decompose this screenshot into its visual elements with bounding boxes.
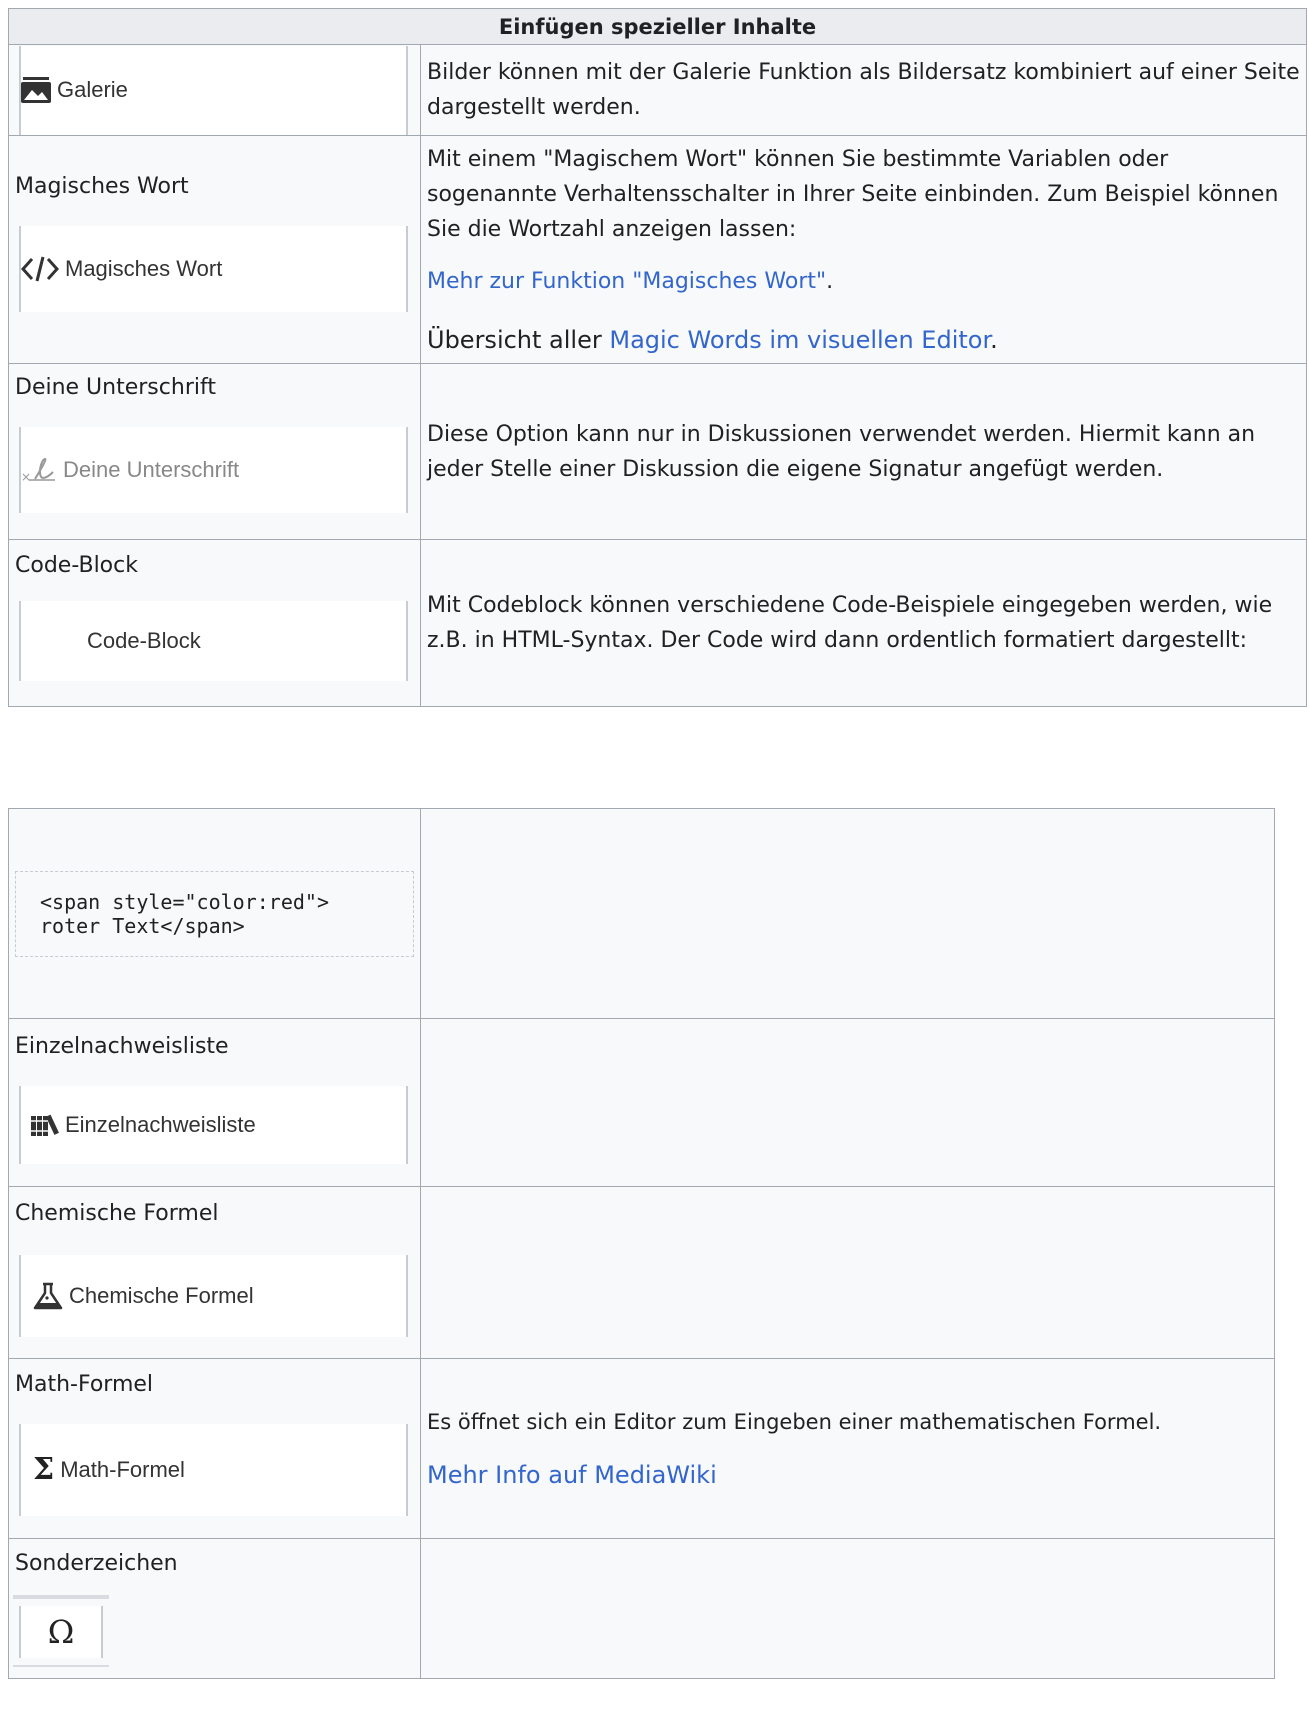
math-formula-label: Math-Formel [15, 1371, 154, 1397]
mediawiki-info-link[interactable]: Mehr Info auf MediaWiki [427, 1461, 717, 1489]
math-formula-button[interactable]: Σ Math-Formel [19, 1423, 408, 1516]
signature-cell: Deine Unterschrift × Deine Unterschrift [8, 363, 421, 540]
magic-word-button-label: Magisches Wort [65, 255, 223, 281]
gallery-button[interactable]: Galerie [19, 45, 408, 135]
math-formula-cell: Math-Formel Σ Math-Formel [8, 1358, 421, 1539]
gallery-button-label: Galerie [57, 77, 128, 102]
gallery-description: Bilder können mit der Galerie Funktion a… [419, 44, 1308, 136]
table-row: Deine Unterschrift × Deine Unterschrift … [8, 363, 1308, 540]
table-row: <span style="color:red"> roter Text</spa… [8, 808, 1275, 1019]
signature-icon: × [21, 457, 57, 483]
flask-icon [33, 1282, 63, 1310]
signature-button[interactable]: × Deine Unterschrift [19, 426, 408, 513]
math-formula-button-label: Math-Formel [60, 1456, 185, 1482]
table-row: Chemische Formel Chemische Formel [8, 1186, 1275, 1359]
overview-suffix: . [990, 325, 998, 354]
magic-word-text: Mit einem "Magischem Wort" können Sie be… [427, 146, 1279, 242]
table-row: Math-Formel Σ Math-Formel Es öffnet sich… [8, 1358, 1275, 1539]
sigma-icon: Σ [33, 1452, 55, 1487]
overview-prefix: Übersicht aller [427, 325, 610, 354]
empty-cell [420, 808, 1275, 1019]
special-chars-button[interactable]: Ω [13, 1595, 109, 1667]
math-formula-text: Es öffnet sich ein Editor zum Eingeben e… [427, 1409, 1162, 1434]
magic-word-more-link[interactable]: Mehr zur Funktion "Magisches Wort" [427, 269, 826, 294]
books-icon [31, 1114, 59, 1136]
chem-formula-label: Chemische Formel [15, 1200, 219, 1226]
table-row: Galerie Bilder können mit der Galerie Fu… [8, 44, 1308, 136]
references-button[interactable]: Einzelnachweisliste [19, 1085, 408, 1164]
magic-word-label: Magisches Wort [15, 173, 189, 199]
gallery-icon [21, 77, 51, 103]
signature-label: Deine Unterschrift [15, 374, 216, 400]
magic-word-button[interactable]: Magisches Wort [19, 225, 408, 312]
omega-icon: Ω [19, 1606, 103, 1658]
table-row: Magisches Wort Magisches Wort Mit einem … [8, 135, 1308, 364]
magic-word-cell: Magisches Wort Magisches Wort [8, 135, 421, 364]
gallery-cell: Galerie [8, 44, 421, 136]
code-brackets-icon [21, 255, 59, 283]
code-block-description: Mit Codeblock können verschiedene Code-B… [419, 539, 1308, 707]
magic-words-overview-link[interactable]: Magic Words im visuellen Editor [609, 326, 990, 354]
special-content-table: Einfügen spezieller Inhalte Galerie Bild… [7, 8, 1308, 707]
special-chars-cell: Sonderzeichen Ω [8, 1538, 421, 1679]
empty-cell [420, 1538, 1275, 1679]
signature-description: Diese Option kann nur in Diskussionen ve… [419, 363, 1308, 540]
math-formula-description: Es öffnet sich ein Editor zum Eingeben e… [420, 1358, 1275, 1539]
references-cell: Einzelnachweisliste Einzelnachweisliste [8, 1018, 421, 1187]
link-suffix: . [826, 268, 834, 294]
references-label: Einzelnachweisliste [15, 1033, 229, 1059]
magic-word-description: Mit einem "Magischem Wort" können Sie be… [419, 135, 1308, 364]
chem-formula-button-label: Chemische Formel [69, 1282, 254, 1308]
svg-text:×: × [21, 470, 31, 483]
chem-formula-button[interactable]: Chemische Formel [19, 1254, 408, 1337]
code-example: <span style="color:red"> roter Text</spa… [15, 870, 414, 957]
code-block-cell: Code-Block Code-Block [8, 539, 421, 707]
chem-formula-cell: Chemische Formel Chemische Formel [8, 1186, 421, 1359]
code-block-button[interactable]: Code-Block [19, 601, 408, 681]
special-chars-label: Sonderzeichen [15, 1551, 178, 1576]
special-content-table-continued: <span style="color:red"> roter Text</spa… [8, 808, 1275, 1679]
code-example-cell: <span style="color:red"> roter Text</spa… [8, 808, 421, 1019]
table-row: Sonderzeichen Ω [8, 1538, 1275, 1679]
table-row: Code-Block Code-Block Mit Codeblock könn… [8, 539, 1308, 707]
code-block-label: Code-Block [15, 553, 138, 578]
empty-cell [420, 1018, 1275, 1187]
table-header: Einfügen spezieller Inhalte [7, 8, 1308, 45]
signature-button-label: Deine Unterschrift [63, 456, 240, 482]
table-row: Einzelnachweisliste Einzelnachweisliste [8, 1018, 1275, 1187]
empty-cell [420, 1186, 1275, 1359]
references-button-label: Einzelnachweisliste [65, 1111, 256, 1137]
